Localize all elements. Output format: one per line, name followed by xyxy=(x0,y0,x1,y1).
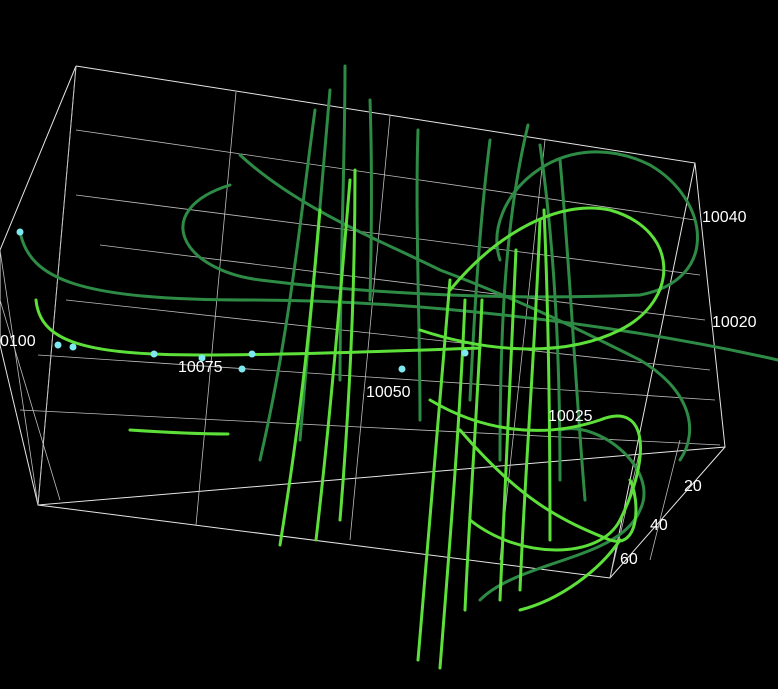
z-tick-label: 40 xyxy=(650,517,668,534)
point-marker xyxy=(238,365,246,373)
point-marker xyxy=(54,341,62,349)
point-marker xyxy=(461,349,469,357)
z-tick-label: 60 xyxy=(620,551,638,568)
x-tick-label: 10025 xyxy=(548,408,593,425)
point-marker xyxy=(248,350,256,358)
point-marker xyxy=(16,228,24,236)
dark-trace xyxy=(368,98,373,302)
x-tick-label: 10050 xyxy=(366,384,411,401)
z-tick-label: 20 xyxy=(684,478,702,495)
point-marker xyxy=(69,343,77,351)
background xyxy=(0,0,778,689)
point-marker xyxy=(150,350,158,358)
y-tick-label: 10020 xyxy=(712,314,757,331)
y-tick-label: 10040 xyxy=(702,209,747,226)
3d-scene-viewport[interactable]: 0100 10075 10050 10025 10040 10020 20 40… xyxy=(0,0,778,689)
point-marker xyxy=(398,365,406,373)
x-tick-label: 10075 xyxy=(178,359,223,376)
x-tick-label: 0100 xyxy=(0,333,36,350)
